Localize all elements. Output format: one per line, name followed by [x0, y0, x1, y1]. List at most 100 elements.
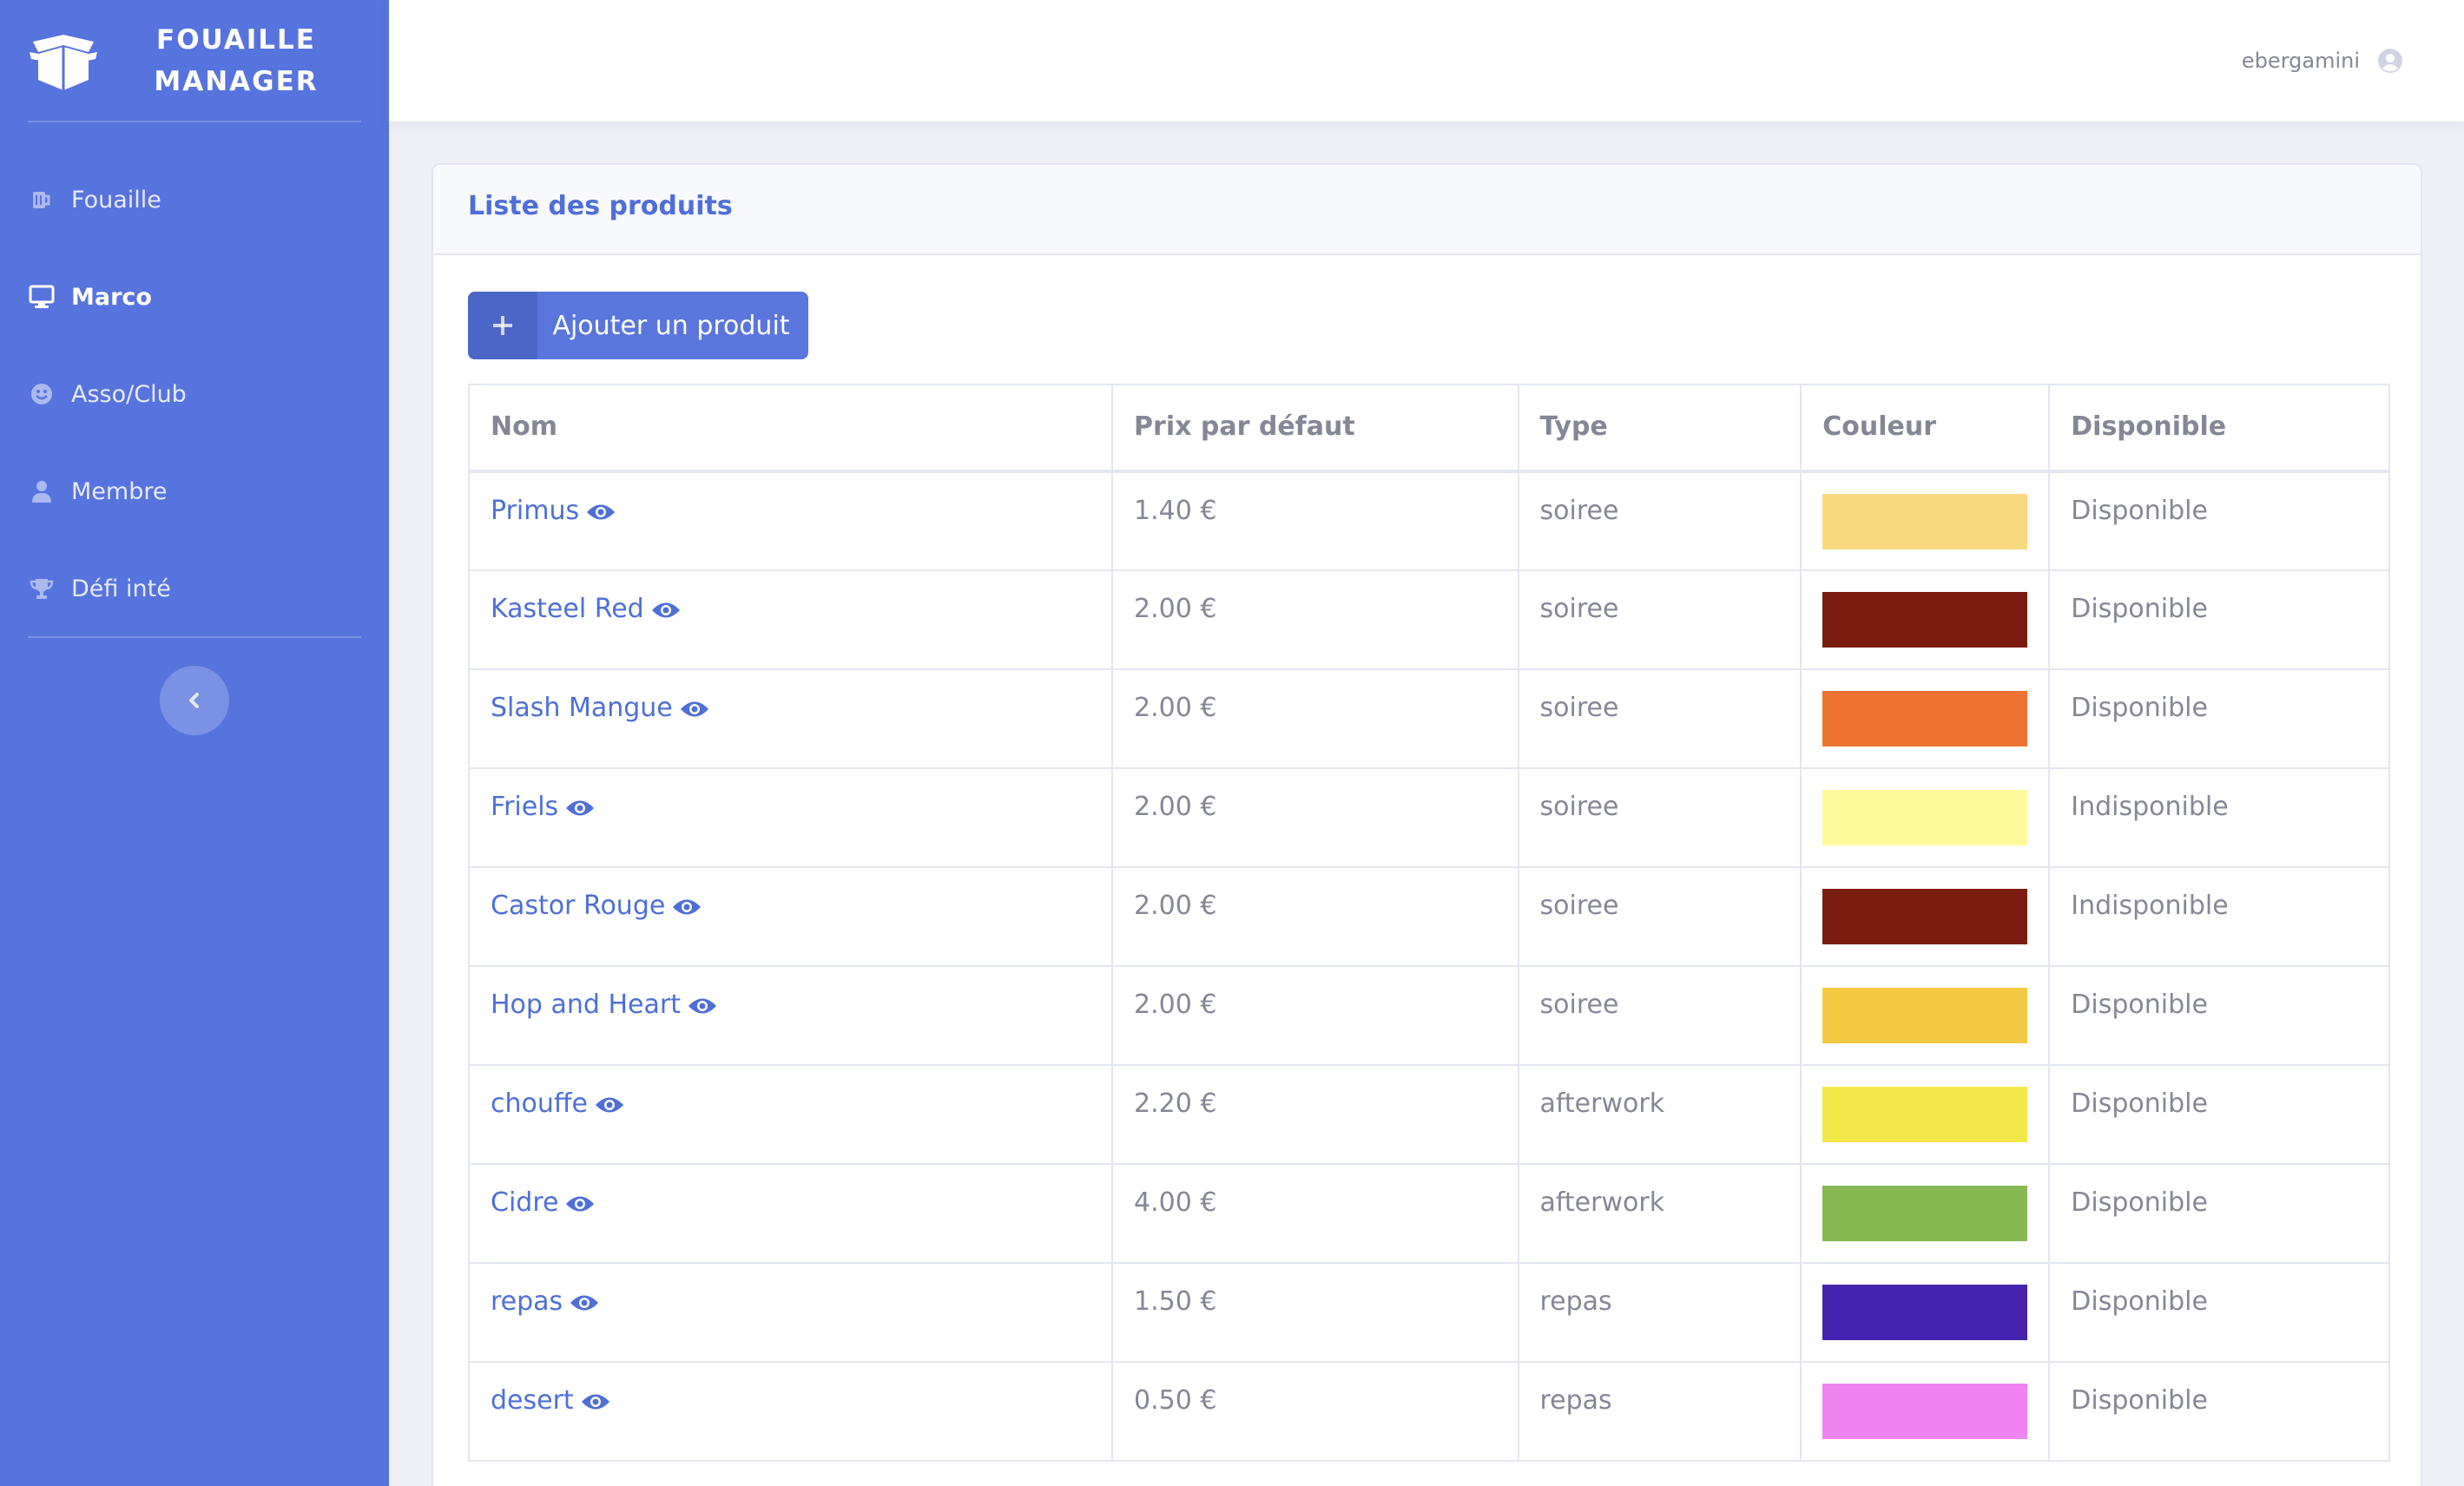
- cell-type: soiree: [1517, 767, 1802, 868]
- eye-icon[interactable]: [565, 792, 595, 822]
- table-row: Primus 1.40 € soiree Disponible: [467, 470, 2390, 571]
- cell-name: Castor Rouge: [467, 866, 1114, 967]
- sidebar-item-label: Asso/Club: [71, 380, 187, 408]
- product-link[interactable]: Cidre: [491, 1187, 595, 1218]
- sidebar-toggle-button[interactable]: [160, 666, 229, 735]
- sidebar-item-label: Marco: [71, 283, 152, 311]
- column-header-couleur[interactable]: Couleur: [1800, 384, 2051, 473]
- user-icon: [28, 477, 56, 505]
- eye-icon[interactable]: [570, 1286, 599, 1317]
- cell-name: desert: [467, 1361, 1114, 1462]
- table-row: Kasteel Red 2.00 € soiree Disponible: [467, 569, 2390, 670]
- table-row: Castor Rouge 2.00 € soiree Indisponible: [467, 866, 2390, 967]
- products-table: Nom Prix par défaut Type Couleur Disponi…: [467, 384, 2390, 1462]
- user-menu[interactable]: ebergamini: [2242, 43, 2403, 78]
- product-link[interactable]: Slash Mangue: [491, 693, 709, 723]
- eye-icon[interactable]: [688, 990, 717, 1020]
- product-name: Hop and Heart: [491, 990, 681, 1020]
- cell-price: 4.00 €: [1111, 1163, 1519, 1264]
- product-name: desert: [491, 1385, 574, 1416]
- cell-price: 1.50 €: [1111, 1262, 1519, 1363]
- topbar: ebergamini: [389, 0, 2464, 122]
- cell-name: Cidre: [467, 1163, 1114, 1264]
- cell-color: [1800, 866, 2051, 967]
- table-header-row: Nom Prix par défaut Type Couleur Disponi…: [467, 384, 2390, 473]
- cell-name: Slash Mangue: [467, 668, 1114, 769]
- sidebar-item-marco[interactable]: Marco: [0, 257, 389, 337]
- table-row: desert 0.50 € repas Disponible: [467, 1361, 2390, 1462]
- sidebar-item-defi-inte[interactable]: Défi inté: [0, 549, 389, 628]
- cell-price: 1.40 €: [1111, 470, 1519, 571]
- table-row: Hop and Heart 2.00 € soiree Disponible: [467, 965, 2390, 1066]
- add-product-label: Ajouter un produit: [552, 310, 790, 341]
- cell-color: [1800, 965, 2051, 1066]
- cell-color: [1800, 1262, 2051, 1363]
- color-swatch: [1822, 592, 2028, 648]
- cell-type: afterwork: [1517, 1064, 1802, 1165]
- color-swatch: [1822, 691, 2028, 746]
- cell-type: soiree: [1517, 569, 1802, 670]
- box-open-icon: [30, 35, 97, 90]
- cell-type: soiree: [1517, 866, 1802, 967]
- brand-name: FOUAILLE MANAGER: [125, 19, 347, 102]
- products-card: Liste des produits Ajouter un produit No…: [432, 163, 2422, 1486]
- cell-type: repas: [1517, 1262, 1802, 1363]
- user-circle-icon: [2378, 49, 2402, 73]
- color-swatch: [1822, 1384, 2028, 1439]
- eye-icon[interactable]: [680, 693, 709, 723]
- column-header-type[interactable]: Type: [1517, 384, 1802, 473]
- product-link[interactable]: Castor Rouge: [491, 891, 702, 921]
- eye-icon[interactable]: [651, 594, 681, 624]
- table-row: Slash Mangue 2.00 € soiree Disponible: [467, 668, 2390, 769]
- cell-name: chouffe: [467, 1064, 1114, 1165]
- table-row: chouffe 2.20 € afterwork Disponible: [467, 1064, 2390, 1165]
- product-link[interactable]: Friels: [491, 792, 595, 822]
- color-swatch: [1822, 889, 2028, 944]
- product-link[interactable]: desert: [491, 1385, 610, 1416]
- product-link[interactable]: Kasteel Red: [491, 594, 681, 624]
- eye-icon[interactable]: [586, 496, 616, 526]
- product-link[interactable]: Hop and Heart: [491, 990, 717, 1020]
- sidebar-item-label: Défi inté: [71, 575, 171, 602]
- cell-color: [1800, 1064, 2051, 1165]
- cell-name: Friels: [467, 767, 1114, 868]
- cell-dispo: Disponible: [2048, 1163, 2390, 1264]
- cell-price: 2.00 €: [1111, 668, 1519, 769]
- product-link[interactable]: Primus: [491, 496, 616, 526]
- username: ebergamini: [2241, 49, 2360, 73]
- sidebar-divider-top: [28, 121, 361, 122]
- sidebar-item-asso-club[interactable]: Asso/Club: [0, 354, 389, 434]
- desktop-icon: [28, 283, 56, 311]
- color-swatch: [1822, 1186, 2028, 1241]
- cell-name: Kasteel Red: [467, 569, 1114, 670]
- product-name: chouffe: [491, 1088, 589, 1119]
- eye-icon[interactable]: [672, 891, 702, 921]
- sidebar-item-membre[interactable]: Membre: [0, 451, 389, 531]
- cell-price: 2.00 €: [1111, 965, 1519, 1066]
- column-header-disponible[interactable]: Disponible: [2048, 384, 2390, 473]
- eye-icon[interactable]: [595, 1088, 624, 1119]
- brand-line-1: FOUAILLE: [156, 24, 316, 56]
- brand[interactable]: FOUAILLE MANAGER: [28, 16, 361, 122]
- column-header-prix[interactable]: Prix par défaut: [1111, 384, 1519, 473]
- product-link[interactable]: chouffe: [491, 1088, 624, 1119]
- cell-price: 2.00 €: [1111, 569, 1519, 670]
- product-link[interactable]: repas: [491, 1286, 599, 1317]
- product-name: Slash Mangue: [491, 693, 673, 723]
- cell-dispo: Disponible: [2048, 470, 2390, 571]
- eye-icon[interactable]: [565, 1187, 595, 1218]
- add-product-button[interactable]: Ajouter un produit: [468, 292, 808, 359]
- eye-icon[interactable]: [581, 1385, 610, 1416]
- cell-name: repas: [467, 1262, 1114, 1363]
- cell-dispo: Disponible: [2048, 1262, 2390, 1363]
- table-row: repas 1.50 € repas Disponible: [467, 1262, 2390, 1363]
- color-swatch: [1822, 988, 2028, 1043]
- column-header-nom[interactable]: Nom: [467, 384, 1114, 473]
- cell-color: [1800, 569, 2051, 670]
- plus-icon-wrap: [468, 292, 537, 359]
- sidebar-item-fouaille[interactable]: Fouaille: [0, 160, 389, 240]
- cell-dispo: Indisponible: [2048, 866, 2390, 967]
- cell-dispo: Disponible: [2048, 965, 2390, 1066]
- table-row: Cidre 4.00 € afterwork Disponible: [467, 1163, 2390, 1264]
- trophy-icon: [28, 575, 56, 602]
